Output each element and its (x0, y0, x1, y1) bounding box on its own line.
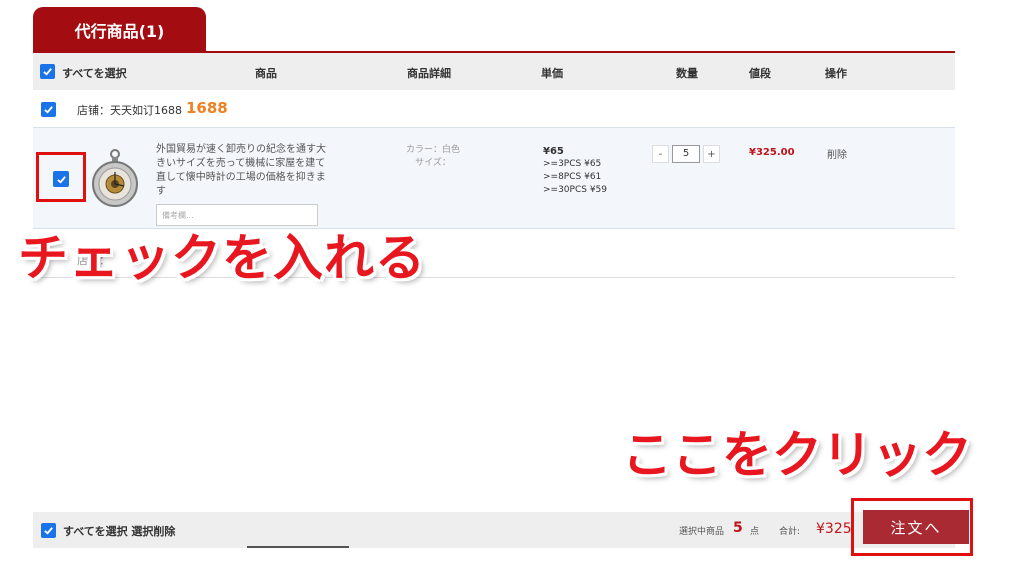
column-price: 値段 (749, 67, 771, 80)
order-button[interactable]: 注文へ (863, 510, 969, 544)
pocket-watch-image[interactable] (88, 148, 143, 210)
check-icon (44, 106, 53, 114)
selected-unit: 点 (750, 527, 760, 537)
total-label: 合計: (779, 527, 801, 537)
footer-select-all-label[interactable]: すべてを選択 選択削除 (63, 523, 175, 539)
qty-input[interactable]: 5 (672, 145, 700, 163)
item-title[interactable]: 外国貿易が速く卸売りの紀念を通す大きいサイズを売って機械に家屋を建て直して懐中時… (156, 143, 328, 199)
item-detail: カラー：白色 サイズ： (403, 144, 463, 170)
total-amount: ¥325 (816, 521, 852, 537)
column-unit-price: 単価 (541, 67, 563, 80)
selected-count: 5 (733, 520, 743, 536)
column-product-detail: 商品詳細 (407, 67, 451, 80)
column-operation: 操作 (825, 67, 847, 80)
qty-minus-button[interactable]: - (652, 145, 669, 163)
delete-link[interactable]: 削除 (827, 146, 847, 161)
price-tier: >=30PCS ¥59 (543, 185, 607, 195)
check-icon (44, 527, 53, 535)
table-header: すべてを選択 商品 商品詳細 単価 数量 値段 操作 (33, 53, 955, 90)
item-checkbox[interactable] (53, 171, 69, 187)
column-product: 商品 (255, 67, 277, 80)
price-tier: >=3PCS ¥65 (543, 159, 602, 169)
check-icon (43, 68, 52, 76)
quantity-stepper: - 5 + (652, 145, 724, 163)
footer-select-all-checkbox[interactable] (41, 523, 56, 538)
detail-size: サイズ： (415, 158, 451, 168)
tab-agency-products[interactable]: 代行商品(1) (33, 7, 206, 52)
footer-bar: すべてを選択 選択削除 選択中商品 5 点 合計: ¥325 (33, 512, 955, 548)
item-amount: ¥325.00 (749, 147, 795, 158)
detail-color: カラー：白色 (405, 145, 460, 155)
price-tier: >=8PCS ¥61 (543, 172, 602, 182)
select-all-label[interactable]: すべてを選択 (62, 65, 127, 81)
shop-checkbox[interactable] (41, 102, 56, 117)
check-icon (56, 175, 66, 184)
annotation-check: チェックを入れる (18, 229, 426, 287)
qty-plus-button[interactable]: + (703, 145, 720, 163)
shop-badge: 1688 (186, 99, 228, 117)
unit-price: ¥65 (543, 146, 564, 157)
annotation-click: ここをクリック (622, 426, 972, 484)
footer-divider (247, 546, 349, 548)
select-all-checkbox[interactable] (40, 64, 55, 79)
selected-label: 選択中商品 (679, 527, 725, 537)
shop-name[interactable]: 店铺：天天如订1688 (77, 102, 182, 118)
column-quantity: 数量 (676, 67, 698, 80)
cart-item-row: 外国貿易が速く卸売りの紀念を通す大きいサイズを売って機械に家屋を建て直して懐中時… (33, 127, 955, 229)
unit-price-block: ¥65 >=3PCS ¥65 >=8PCS ¥61 >=30PCS ¥59 (543, 145, 607, 197)
shop-row: 店铺：天天如订1688 1688 (33, 92, 955, 126)
